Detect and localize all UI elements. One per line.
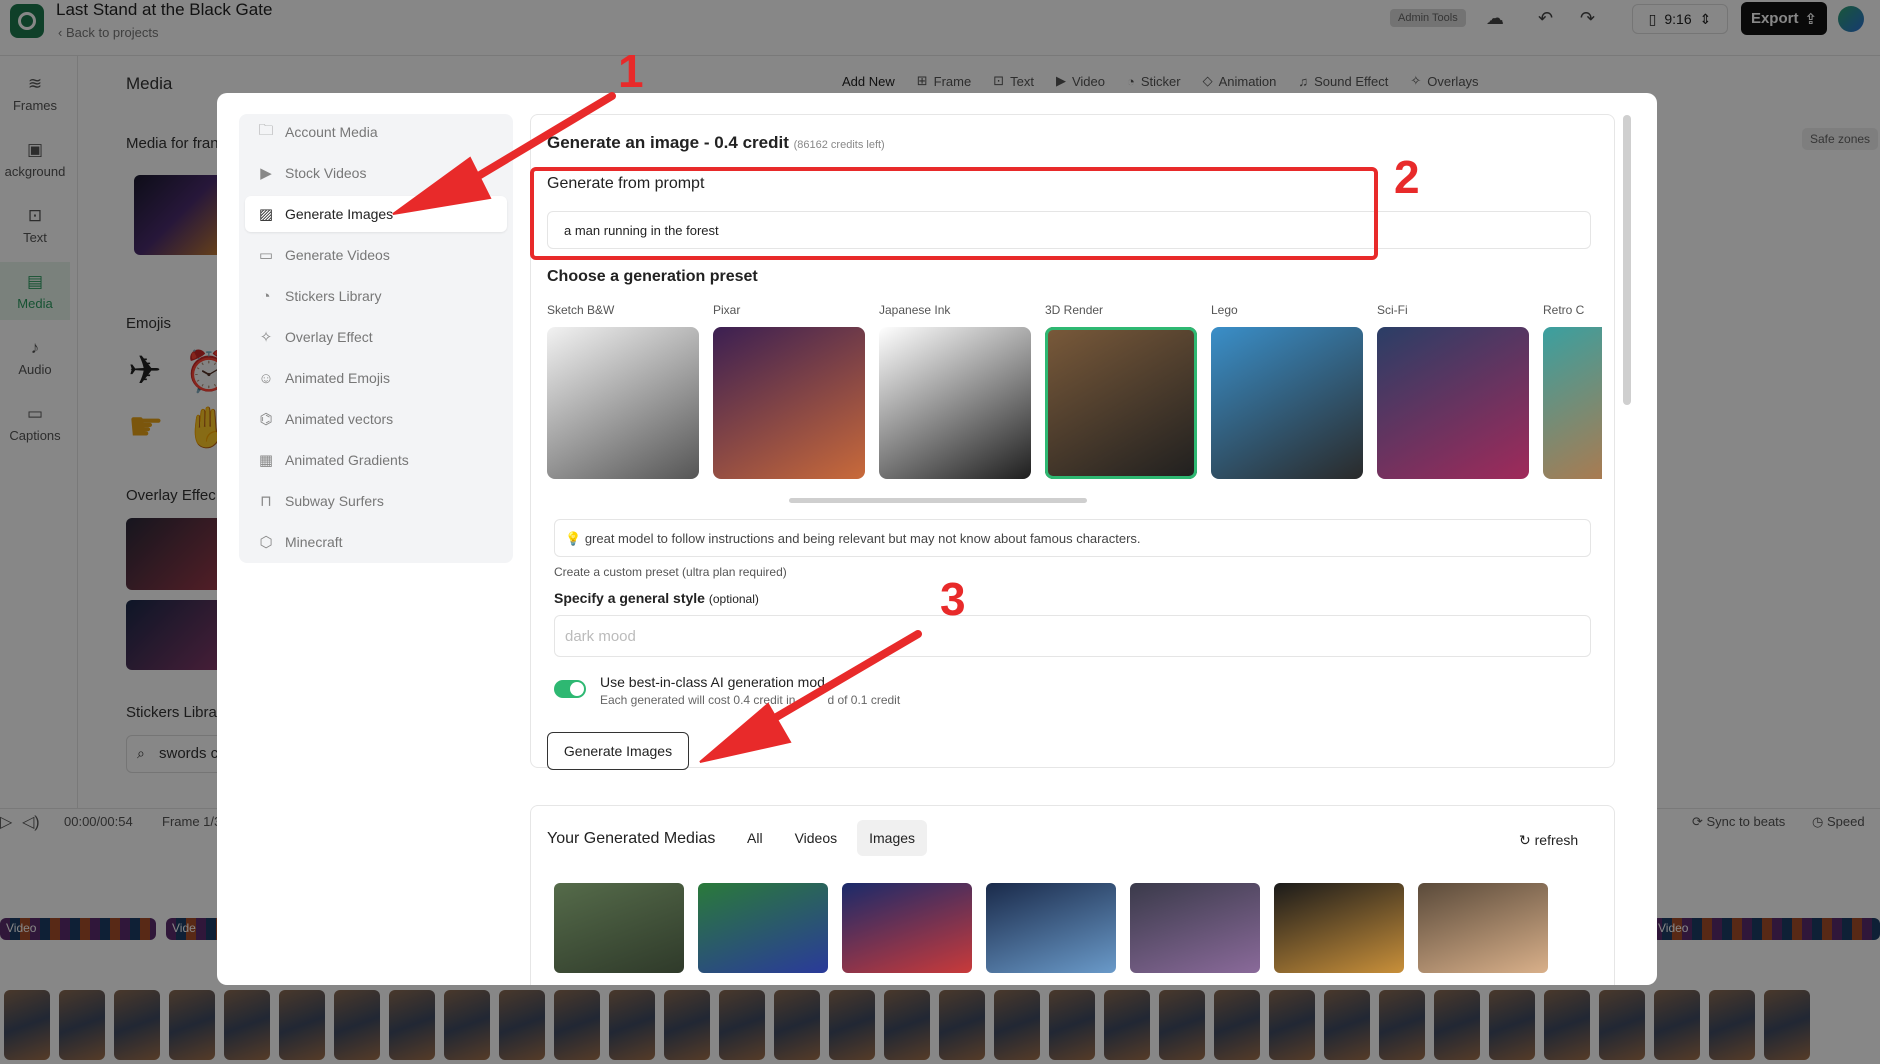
arrow-3-shaft xyxy=(752,630,922,733)
annotation-arrows xyxy=(392,92,922,763)
arrow-1-head xyxy=(392,156,492,215)
